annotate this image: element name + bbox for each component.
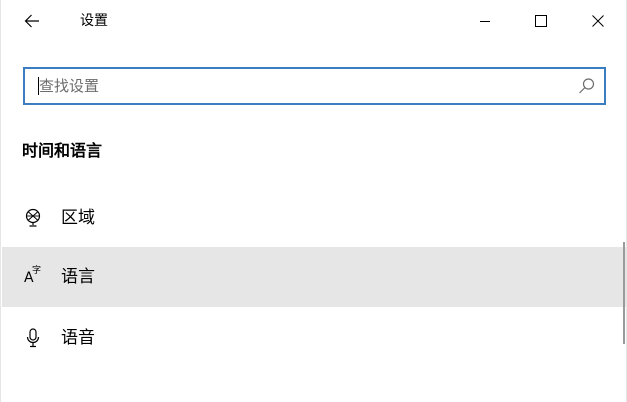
minimize-button[interactable] [457,0,513,42]
nav-item-speech[interactable]: 语音 [2,308,626,368]
nav-label-region: 区域 [61,208,95,228]
app-title: 设置 [80,13,108,29]
maximize-button[interactable] [513,0,569,42]
minimize-icon [480,21,490,22]
maximize-icon [535,15,547,27]
nav-item-region[interactable]: 区域 [2,188,626,248]
title-bar: 设置 [1,0,627,42]
close-icon [592,15,604,27]
nav-label-speech: 语音 [61,328,95,348]
section-title: 时间和语言 [22,141,103,160]
text-caret [38,77,39,95]
search-box[interactable] [23,67,606,105]
back-button[interactable] [1,0,61,42]
nav-label-language: 语言 [61,267,95,287]
search-icon[interactable] [578,77,596,95]
search-input[interactable] [25,69,565,103]
arrow-left-icon [24,14,39,28]
nav-item-language[interactable]: A 字 语言 [2,247,626,307]
language-icon-char: 字 [32,266,42,276]
settings-window: 设置 时间和语言 [0,0,627,402]
scrollbar-thumb[interactable] [623,242,625,344]
close-button[interactable] [570,0,626,42]
microphone-icon [23,328,43,348]
language-icon: A 字 [23,266,43,287]
globe-region-icon [23,208,43,228]
